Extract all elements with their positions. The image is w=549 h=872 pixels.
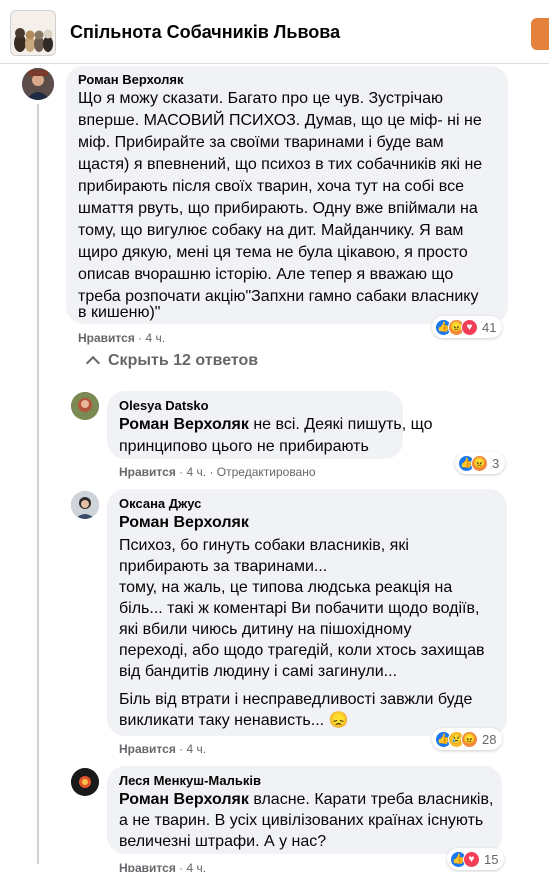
reply-line: переході, або щодо трагедій, коли хтось … <box>119 642 485 659</box>
reply-line: біль... такі ж коментарі Ви побачити щод… <box>119 600 480 617</box>
reply-line: величезні штрафи. А у нас? <box>119 833 327 850</box>
comment-line: шмаття рвуть, що прибирають. Одну вже вп… <box>78 200 478 217</box>
avatar[interactable] <box>71 491 99 519</box>
reaction-count: 3 <box>492 455 500 471</box>
hide-replies-button[interactable]: Скрыть 12 ответов <box>78 352 259 371</box>
thread-line <box>37 104 39 354</box>
love-reaction-icon: ♥ <box>463 850 480 868</box>
reply-line: принципово цього не прибирають <box>119 438 369 455</box>
reply-line: які вбили чиюсь дитину на пішохідному <box>119 621 412 638</box>
separator: · <box>209 465 217 479</box>
person-photo-icon <box>71 768 99 796</box>
comment-line: описав вчорашню історію. Але тепер я вва… <box>78 266 454 283</box>
comment-line: Що я можу сказати. Багато про це чув. Зу… <box>78 90 443 107</box>
comment-line: вперше. МАСОВИЙ ПСИХОЗ. Думав, що це міф… <box>78 112 482 129</box>
dogs-group-photo-icon <box>11 11 55 55</box>
reply-text: не всі. Деякі пишуть, що <box>248 416 433 433</box>
person-photo-icon <box>71 491 99 519</box>
person-photo-icon <box>71 392 99 420</box>
reply-text: власне. Карати треба власників, <box>248 791 494 808</box>
mention-link[interactable]: Роман Верхоляк <box>119 791 249 808</box>
reaction-count: 41 <box>482 319 497 335</box>
love-reaction-icon: ♥ <box>461 318 478 336</box>
separator: · <box>179 861 187 872</box>
hide-replies-label: Скрыть 12 ответов <box>108 352 259 369</box>
separator: · <box>179 465 187 479</box>
comment-meta: Нравится · 4 ч. <box>78 331 165 345</box>
like-link[interactable]: Нравится <box>119 742 176 756</box>
reply-author[interactable]: Olesya Datsko <box>119 398 209 413</box>
comment-line: щиро дякую, мені ця тема не була цікавою… <box>78 244 468 261</box>
separator: · <box>138 331 146 345</box>
group-avatar[interactable] <box>10 10 56 56</box>
reply-line: Психоз, бо гинуть собаки власників, які <box>119 537 409 554</box>
reply-time[interactable]: 4 ч. <box>187 742 207 756</box>
reaction-count: 28 <box>482 731 497 747</box>
header-action-button[interactable] <box>531 18 549 50</box>
reply-line: а не тварин. В усіх цивілізованих країна… <box>119 812 484 829</box>
comment-line: прибирають після своїх тварин, хоча тут … <box>78 178 465 195</box>
avatar[interactable] <box>22 68 54 100</box>
reply-line: Роман Верхоляк власне. Карати треба влас… <box>119 789 493 811</box>
avatar[interactable] <box>71 768 99 796</box>
reaction-summary[interactable]: 👍 ♥ 15 <box>447 848 505 870</box>
comment-line: в кишеню)" <box>78 304 161 321</box>
person-photo-icon <box>22 68 54 100</box>
group-title[interactable]: Спільнота Собачників Львова <box>70 22 340 43</box>
like-link[interactable]: Нравится <box>78 331 135 345</box>
edited-label[interactable]: Отредактировано <box>217 465 316 479</box>
angry-reaction-icon: 😠 <box>461 730 478 748</box>
like-link[interactable]: Нравится <box>119 465 176 479</box>
reply-line: тому, на жаль, це типова людська реакція… <box>119 579 453 596</box>
reply-line: Роман Верхоляк не всі. Деякі пишуть, що <box>119 414 433 436</box>
reaction-summary[interactable]: 👍 😠 3 <box>455 452 506 474</box>
comment-line: тому, що вигулює собаку на дит. Майданчи… <box>78 222 464 239</box>
thread-connector <box>37 354 39 864</box>
reaction-summary[interactable]: 👍 😢 😠 28 <box>432 728 503 750</box>
reaction-summary[interactable]: 👍 😠 ♥ 41 <box>432 316 503 338</box>
reply-line: Біль від втрати і несправедливості завжл… <box>119 691 473 708</box>
group-header: Спільнота Собачників Львова <box>0 0 549 64</box>
comment-time[interactable]: 4 ч. <box>146 331 166 345</box>
avatar[interactable] <box>71 392 99 420</box>
reply-line: прибирають за тваринами... <box>119 558 328 575</box>
comment-line: щастя) я впевнений, що психоз в тих соба… <box>78 156 483 173</box>
reaction-count: 15 <box>484 851 499 867</box>
reply-meta: Нравится · 4 ч. · Отредактировано <box>119 465 316 479</box>
reply-time[interactable]: 4 ч. <box>187 861 207 872</box>
comment-author[interactable]: Роман Верхоляк <box>78 72 184 87</box>
angry-reaction-icon: 😠 <box>471 454 488 472</box>
reply-line: викликати таку ненависть... 😞 <box>119 712 349 729</box>
reply-time[interactable]: 4 ч. <box>187 465 207 479</box>
comment-line: міф. Прибирайте за своїми тваринами і бу… <box>78 134 444 151</box>
reply-meta: Нравится · 4 ч. <box>119 742 206 756</box>
mention-link[interactable]: Роман Верхоляк <box>119 512 249 534</box>
reply-line: від бандитів людину і самі загинули... <box>119 663 398 680</box>
reply-author[interactable]: Леся Менкуш-Мальків <box>119 773 261 788</box>
like-link[interactable]: Нравится <box>119 861 176 872</box>
reply-meta: Нравится · 4 ч. <box>119 861 206 872</box>
mention-link[interactable]: Роман Верхоляк <box>119 416 249 433</box>
chevron-up-icon <box>85 355 101 371</box>
reply-author[interactable]: Оксана Джус <box>119 496 201 511</box>
separator: · <box>179 742 187 756</box>
